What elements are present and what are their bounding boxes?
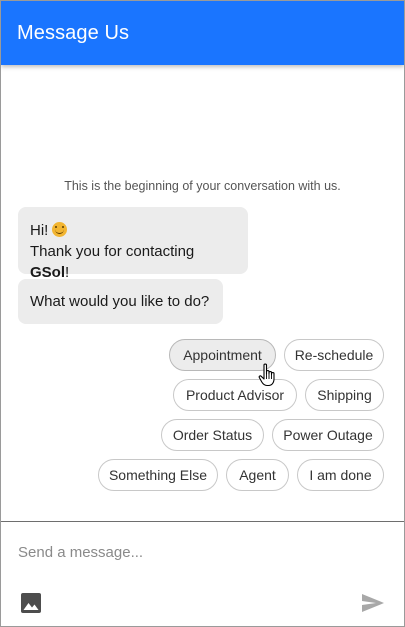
image-icon[interactable]: [20, 592, 42, 614]
quick-reply-reschedule[interactable]: Re-schedule: [284, 339, 384, 371]
conversation-start-notice: This is the beginning of your conversati…: [64, 179, 341, 193]
chat-header: Message Us: [1, 1, 404, 65]
bot-message-greeting: Hi! Thank you for contacting GSol!: [18, 207, 248, 281]
quick-reply-product-advisor[interactable]: Product Advisor: [173, 379, 297, 411]
quick-reply-agent[interactable]: Agent: [226, 459, 289, 491]
greeting-text: Hi!: [30, 222, 49, 239]
greeting-line: Hi!: [30, 220, 236, 241]
send-icon[interactable]: [360, 592, 386, 614]
quick-reply-shipping[interactable]: Shipping: [305, 379, 384, 411]
hand-pointer-icon: [258, 363, 275, 387]
quick-reply-order-status[interactable]: Order Status: [161, 419, 264, 451]
bot-message-question: What would you like to do?: [18, 279, 223, 324]
chat-window: Message Us This is the beginning of your…: [0, 0, 405, 627]
thanks-prefix: Thank you for contacting: [30, 243, 195, 260]
message-input[interactable]: [18, 540, 378, 564]
question-text: What would you like to do?: [30, 293, 210, 310]
header-title: Message Us: [17, 21, 130, 44]
smiling-face-icon: [52, 222, 68, 237]
quick-reply-i-am-done[interactable]: I am done: [297, 459, 384, 491]
quick-reply-something-else[interactable]: Something Else: [98, 459, 218, 491]
quick-reply-power-outage[interactable]: Power Outage: [272, 419, 384, 451]
thanks-line: Thank you for contacting GSol!: [30, 241, 236, 283]
message-composer: [1, 521, 404, 626]
